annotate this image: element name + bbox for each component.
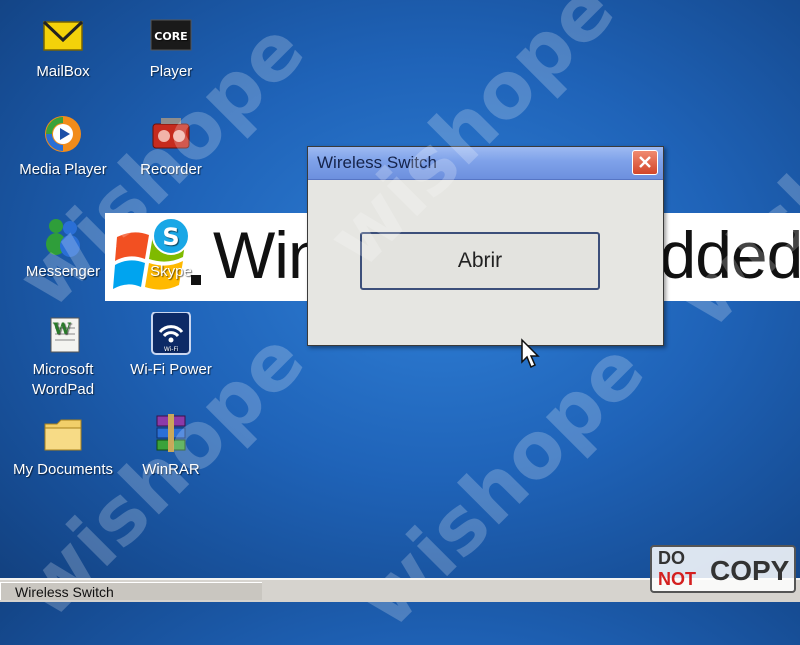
desktop-icon-label: WinRAR	[142, 461, 200, 478]
mouse-cursor-icon	[521, 338, 540, 369]
dialog-title: Wireless Switch	[317, 153, 437, 172]
desktop-icon-media-player[interactable]: Media Player	[8, 112, 118, 180]
desktop-icon-label: Wi-Fi Power	[130, 361, 212, 378]
dialog-titlebar[interactable]: Wireless Switch	[308, 147, 663, 180]
skype-icon: S	[152, 217, 190, 255]
desktop-icon-skype[interactable]: S Skype	[116, 214, 226, 282]
desktop-icon-player[interactable]: CORE Player	[116, 14, 226, 82]
wifi-badge: Wi-Fi	[164, 346, 179, 353]
svg-text:W: W	[52, 319, 72, 338]
recorder-icon	[152, 118, 190, 149]
mailbox-icon	[42, 20, 84, 51]
wireless-switch-dialog: Wireless Switch Abrir	[307, 146, 664, 346]
desktop-icon-wordpad[interactable]: W Microsoft WordPad	[8, 312, 118, 400]
desktop-icon-recorder[interactable]: Recorder	[116, 112, 226, 180]
desktop-icon-label: MailBox	[36, 63, 90, 80]
stamp-not: NOT	[658, 569, 696, 589]
desktop-icon-label: Microsoft WordPad	[31, 361, 95, 398]
core-player-icon: CORE	[150, 19, 192, 51]
dialog-body: Abrir	[308, 180, 663, 345]
core-badge: CORE	[154, 30, 187, 43]
taskbar-item-wireless-switch[interactable]: Wireless Switch	[0, 582, 262, 600]
stamp-do: DO	[658, 548, 685, 568]
desktop-icon-label: My Documents	[12, 461, 114, 478]
close-button[interactable]	[632, 150, 658, 175]
media-player-icon	[45, 116, 81, 152]
desktop-icon-label: Recorder	[140, 161, 202, 178]
open-button[interactable]: Abrir	[360, 232, 600, 290]
desktop-icon-winrar[interactable]: WinRAR	[116, 412, 226, 480]
desktop-icon-messenger[interactable]: Messenger	[8, 214, 118, 282]
close-icon	[639, 156, 651, 168]
desktop-icon-my-documents[interactable]: My Documents	[8, 412, 118, 480]
desktop-icon-wifi-power[interactable]: Wi-Fi Wi-Fi Power	[116, 312, 226, 380]
wifi-power-icon: Wi-Fi	[151, 312, 191, 355]
desktop-icon-label: Skype	[150, 263, 192, 280]
desktop-icon-mailbox[interactable]: MailBox	[8, 14, 118, 82]
desktop-icon-label: Media Player	[19, 161, 107, 178]
winrar-icon	[156, 414, 186, 452]
folder-icon	[44, 419, 82, 451]
do-not-copy-stamp: DO NOT COPY	[650, 545, 796, 593]
svg-text:S: S	[162, 223, 179, 251]
desktop-icon-label: Messenger	[25, 263, 101, 280]
wordpad-icon: W	[50, 317, 80, 353]
stamp-copy: COPY	[710, 555, 790, 586]
desktop-icon-label: Player	[149, 63, 193, 80]
messenger-icon	[46, 219, 80, 257]
